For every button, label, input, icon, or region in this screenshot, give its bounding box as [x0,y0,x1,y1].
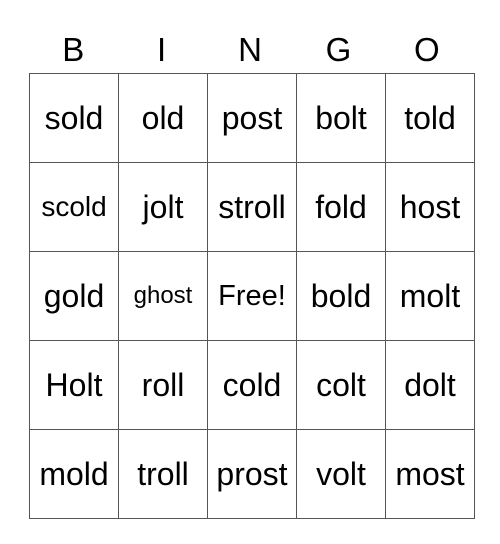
bingo-cell: jolt [118,162,208,252]
bingo-cell: cold [207,340,297,430]
free-space-cell: Free! [207,251,297,341]
bingo-header: B I N G O [29,28,471,72]
header-letter-i: I [157,31,167,68]
grid-row: sold old post bolt told [29,73,475,163]
bingo-cell: post [207,73,297,163]
bingo-cell: fold [296,162,386,252]
grid-row: Holt roll cold colt dolt [29,340,475,430]
bingo-cell: roll [118,340,208,430]
header-letter-b: B [62,31,85,68]
bingo-cell: prost [207,429,297,519]
header-letter-o: O [413,31,440,68]
bingo-cell: ghost [118,251,208,341]
header-letter-n: N [238,31,262,68]
bingo-card-grid: sold old post bolt told scold jolt strol… [29,73,475,519]
grid-row: gold ghost Free! bold molt [29,251,475,341]
header-letter-g: G [325,31,352,68]
bingo-cell: most [385,429,475,519]
bingo-cell: scold [29,162,119,252]
grid-row: mold troll prost volt most [29,429,475,519]
bingo-cell: colt [296,340,386,430]
bingo-cell: gold [29,251,119,341]
bingo-cell: old [118,73,208,163]
bingo-cell: bold [296,251,386,341]
bingo-cell: stroll [207,162,297,252]
grid-row: scold jolt stroll fold host [29,162,475,252]
bingo-cell: told [385,73,475,163]
bingo-cell: host [385,162,475,252]
bingo-cell: sold [29,73,119,163]
bingo-cell: molt [385,251,475,341]
bingo-cell: mold [29,429,119,519]
bingo-cell: dolt [385,340,475,430]
bingo-cell: Holt [29,340,119,430]
bingo-cell: bolt [296,73,386,163]
bingo-cell: troll [118,429,208,519]
bingo-cell: volt [296,429,386,519]
